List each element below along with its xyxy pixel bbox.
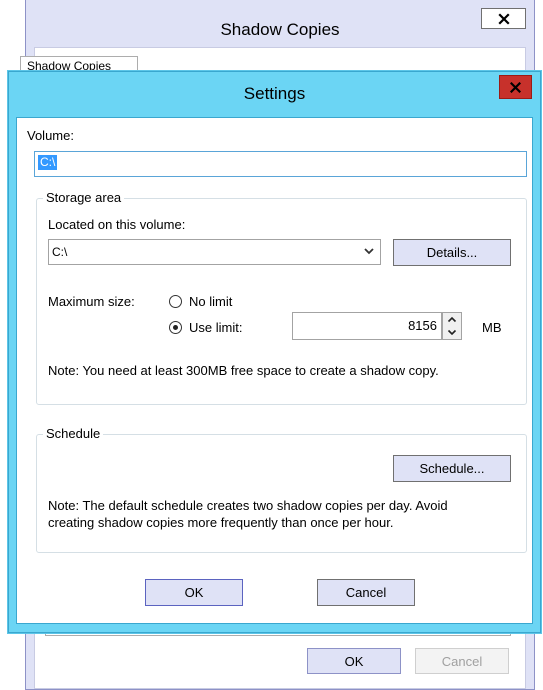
- shadow-copies-ok-button[interactable]: OK: [307, 648, 401, 674]
- volume-field[interactable]: C:\: [34, 151, 527, 177]
- limit-size-stepper[interactable]: [442, 312, 462, 340]
- settings-dialog: Settings Volume: C:\ Storage area Locate…: [8, 71, 541, 633]
- close-icon: [510, 81, 521, 93]
- maximum-size-label: Maximum size:: [48, 294, 135, 309]
- settings-title: Settings: [243, 84, 306, 103]
- shadow-copies-title: Shadow Copies: [220, 20, 340, 39]
- no-limit-radio[interactable]: [169, 295, 182, 308]
- spin-up-button[interactable]: [443, 313, 461, 326]
- limit-size-input[interactable]: 8156: [292, 312, 442, 340]
- shadow-copies-close-button[interactable]: [481, 8, 526, 29]
- located-volume-dropdown[interactable]: C:\: [48, 239, 381, 265]
- shadow-copies-cancel-button[interactable]: Cancel: [415, 648, 509, 674]
- schedule-note-line2: creating shadow copies more frequently t…: [48, 515, 394, 530]
- spin-down-icon: [447, 329, 457, 336]
- schedule-note-line1: Note: The default schedule creates two s…: [48, 498, 448, 513]
- storage-area-title: Storage area: [43, 190, 125, 205]
- schedule-button[interactable]: Schedule...: [393, 455, 511, 482]
- cancel-button[interactable]: Cancel: [317, 579, 415, 606]
- settings-body: Volume: C:\ Storage area Located on this…: [16, 117, 533, 624]
- close-icon: [497, 12, 510, 25]
- volume-label: Volume:: [27, 128, 74, 143]
- details-button[interactable]: Details...: [393, 239, 511, 266]
- located-volume-value: C:\: [52, 245, 68, 259]
- ok-button[interactable]: OK: [145, 579, 243, 606]
- spin-up-icon: [447, 316, 457, 323]
- unit-label: MB: [482, 320, 502, 335]
- volume-value: C:\: [38, 155, 58, 170]
- storage-note: Note: You need at least 300MB free space…: [48, 363, 439, 378]
- located-on-volume-label: Located on this volume:: [48, 217, 186, 232]
- chevron-down-icon: [364, 248, 374, 255]
- no-limit-label: No limit: [189, 294, 233, 309]
- use-limit-label: Use limit:: [189, 320, 243, 335]
- spin-down-button[interactable]: [443, 326, 461, 339]
- schedule-title: Schedule: [43, 426, 104, 441]
- schedule-group: [36, 434, 527, 553]
- use-limit-radio[interactable]: [169, 321, 182, 334]
- settings-close-button[interactable]: [499, 75, 532, 99]
